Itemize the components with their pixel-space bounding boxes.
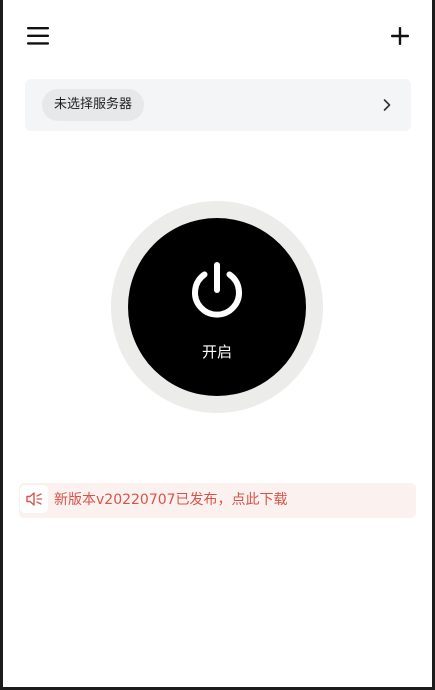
update-notice-text: 新版本v20220707已发布，点此下载: [54, 492, 288, 508]
power-button-label: 开启: [201, 343, 232, 361]
chevron-right-icon: [383, 99, 391, 111]
power-button[interactable]: 开启: [128, 218, 306, 396]
server-selector[interactable]: 未选择服务器: [25, 79, 411, 131]
speaker-icon: [26, 492, 43, 506]
menu-button[interactable]: [24, 22, 52, 50]
hamburger-menu-icon: [27, 27, 49, 45]
app-frame: 未选择服务器 开启 新版本v20220707已发布，点此下载: [0, 0, 435, 690]
plus-icon: [391, 27, 409, 45]
notice-icon-container: [20, 485, 48, 513]
update-notice[interactable]: 新版本v20220707已发布，点此下载: [19, 483, 416, 518]
server-selector-label: 未选择服务器: [42, 89, 145, 121]
add-button[interactable]: [386, 22, 414, 50]
power-icon: [192, 262, 242, 318]
